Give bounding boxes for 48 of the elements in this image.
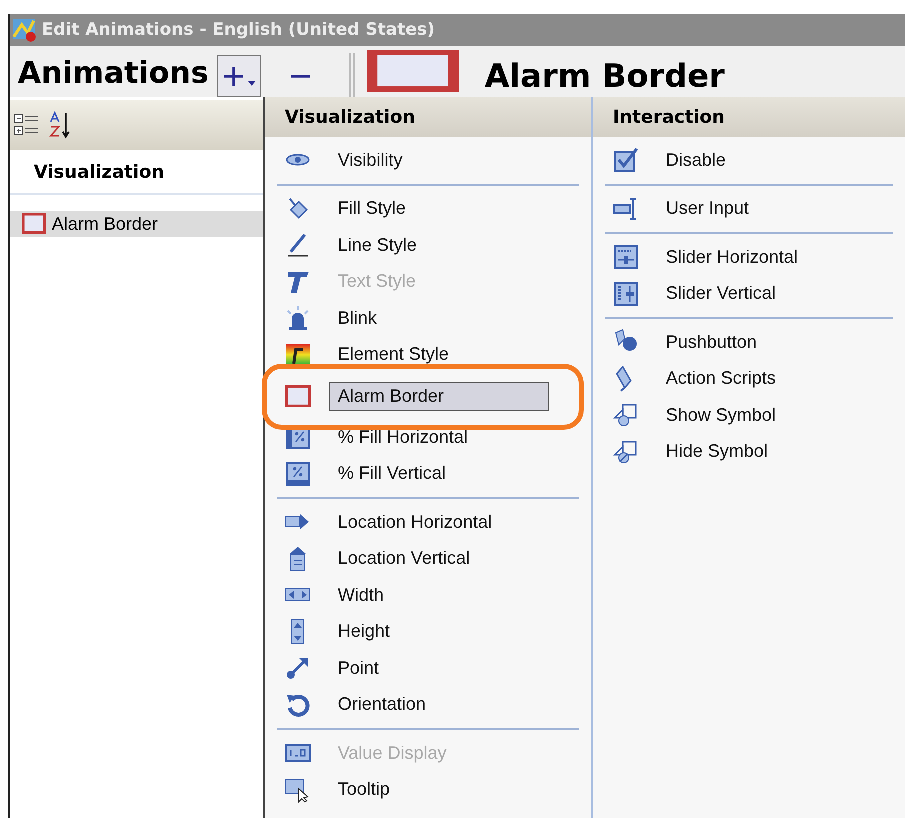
menu-item[interactable]: % Fill Horizontal <box>329 422 478 452</box>
menu-item[interactable]: Tooltip <box>329 775 400 804</box>
menu-item[interactable]: Height <box>329 617 400 646</box>
add-button[interactable]: + <box>216 55 261 97</box>
sort-alphabetical-icon[interactable] <box>48 111 72 139</box>
menu-item[interactable]: Hide Symbol <box>657 437 778 466</box>
vertical-slider-icon <box>613 280 639 307</box>
menu-item[interactable]: Orientation <box>329 690 436 720</box>
diagonal-arrow-icon <box>285 655 311 682</box>
menu-item[interactable]: Alarm Border <box>329 382 549 410</box>
menu-item[interactable]: Disable <box>657 146 736 175</box>
menu-header: Visualization <box>265 97 591 137</box>
text-field-cursor-icon <box>613 196 639 222</box>
animation-title: Alarm Border <box>484 57 725 95</box>
percent-box-icon <box>285 460 311 487</box>
pen-line-icon <box>285 232 311 258</box>
border-square-icon <box>22 213 46 235</box>
menu-item[interactable]: Fill Style <box>329 194 416 224</box>
menu-item[interactable]: Location Vertical <box>329 544 480 574</box>
beacon-light-icon <box>285 305 311 332</box>
menu-item[interactable]: Show Symbol <box>657 400 786 430</box>
shapes-icon <box>613 402 639 428</box>
remove-button[interactable]: − <box>272 55 329 97</box>
menu-item[interactable]: % Fill Vertical <box>329 459 456 488</box>
border-square-icon <box>285 384 311 408</box>
panel-title: Animations <box>18 56 209 91</box>
caret-icon <box>248 80 256 86</box>
menu-item[interactable]: Slider Vertical <box>657 279 786 308</box>
menu-item[interactable]: Slider Horizontal <box>657 242 808 272</box>
menu-item[interactable]: Line Style <box>329 230 426 260</box>
menu-item[interactable]: Element Style <box>329 340 458 370</box>
tooltip-cursor-icon <box>285 776 311 803</box>
shapes-crossed-icon <box>613 438 639 465</box>
animation-list-item[interactable]: Alarm Border <box>10 211 263 237</box>
horizontal-slider-icon <box>613 244 639 270</box>
menu-item[interactable]: Action Scripts <box>657 364 786 394</box>
menu-item[interactable]: Visibility <box>329 146 412 175</box>
menu-item[interactable]: User Input <box>657 194 758 224</box>
menu-item[interactable]: Pushbutton <box>657 328 766 357</box>
menu-item[interactable]: Blink <box>329 304 386 333</box>
app-icon <box>12 17 38 43</box>
categorized-list-icon[interactable] <box>14 112 40 138</box>
menu-item[interactable]: Width <box>329 580 394 610</box>
item-label: Alarm Border <box>52 214 158 234</box>
menu-header: Interaction <box>593 97 905 137</box>
menu-item[interactable]: Location Horizontal <box>329 508 502 537</box>
menu-item[interactable]: Point <box>329 654 388 683</box>
window-title: Edit Animations - English (United States) <box>42 20 435 40</box>
